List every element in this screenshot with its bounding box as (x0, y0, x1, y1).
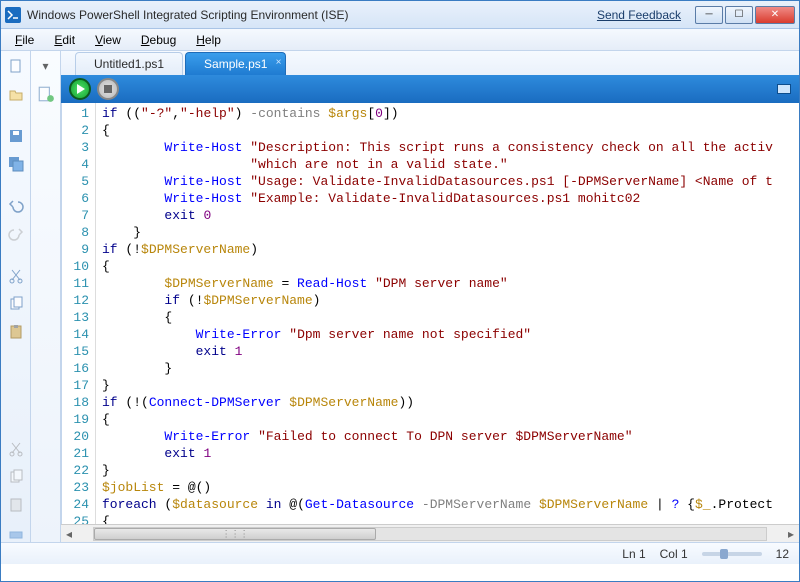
menu-debug[interactable]: Debug (133, 31, 184, 49)
scroll-left-icon[interactable]: ◂ (61, 526, 77, 542)
copy-icon-2[interactable] (7, 468, 25, 486)
open-icon[interactable] (7, 85, 25, 103)
script-toolbar: ▾ (31, 51, 61, 542)
tabstrip: Untitled1.ps1 Sample.ps1× (61, 51, 799, 75)
tab-untitled[interactable]: Untitled1.ps1 (75, 52, 183, 75)
line-gutter: 1234567891011121314151617181920212223242… (62, 103, 96, 524)
scroll-right-icon[interactable]: ▸ (783, 526, 799, 542)
editor-toolbar (61, 75, 799, 103)
zoom-slider[interactable] (702, 552, 762, 556)
zoom-control[interactable] (702, 552, 762, 556)
zoom-value: 12 (776, 547, 789, 561)
tab-close-icon[interactable]: × (276, 57, 282, 68)
cut-icon-2[interactable] (7, 440, 25, 458)
menu-help[interactable]: Help (188, 31, 229, 49)
cut-icon[interactable] (7, 267, 25, 285)
left-toolbar (1, 51, 31, 542)
undo-icon[interactable] (7, 197, 25, 215)
maximize-button[interactable]: ☐ (725, 6, 753, 24)
pane-toggle-icon[interactable] (777, 84, 791, 94)
run-button[interactable] (69, 78, 91, 100)
save-icon[interactable] (7, 127, 25, 145)
scrollbar-thumb[interactable]: ⋮⋮⋮ (94, 528, 376, 540)
stop-button[interactable] (97, 78, 119, 100)
tab-sample[interactable]: Sample.ps1× (185, 52, 286, 75)
menu-edit[interactable]: Edit (46, 31, 83, 49)
new-icon[interactable] (7, 57, 25, 75)
minimize-button[interactable]: ─ (695, 6, 723, 24)
horizontal-scrollbar[interactable]: ◂ ⋮⋮⋮ ▸ (61, 524, 799, 542)
clear-icon[interactable] (7, 524, 25, 542)
close-button[interactable]: ✕ (755, 6, 795, 24)
run-script-icon[interactable] (37, 85, 55, 103)
save-all-icon[interactable] (7, 155, 25, 173)
window-title: Windows PowerShell Integrated Scripting … (27, 8, 348, 22)
paste-icon-2[interactable] (7, 496, 25, 514)
cursor-line: Ln 1 (622, 547, 645, 561)
code-content[interactable]: if (("-?","-help") -contains $args[0]){ … (96, 103, 799, 524)
menubar: File Edit View Debug Help (1, 29, 799, 51)
send-feedback-link[interactable]: Send Feedback (597, 8, 681, 22)
menu-file[interactable]: File (7, 31, 42, 49)
code-editor[interactable]: 1234567891011121314151617181920212223242… (61, 103, 799, 524)
copy-icon[interactable] (7, 295, 25, 313)
titlebar: Windows PowerShell Integrated Scripting … (1, 1, 799, 29)
menu-view[interactable]: View (87, 31, 129, 49)
redo-icon[interactable] (7, 225, 25, 243)
statusbar: Ln 1 Col 1 12 (1, 542, 799, 564)
powershell-icon (5, 7, 21, 23)
paste-icon[interactable] (7, 323, 25, 341)
cursor-col: Col 1 (660, 547, 688, 561)
chevron-down-icon[interactable]: ▾ (37, 57, 55, 75)
